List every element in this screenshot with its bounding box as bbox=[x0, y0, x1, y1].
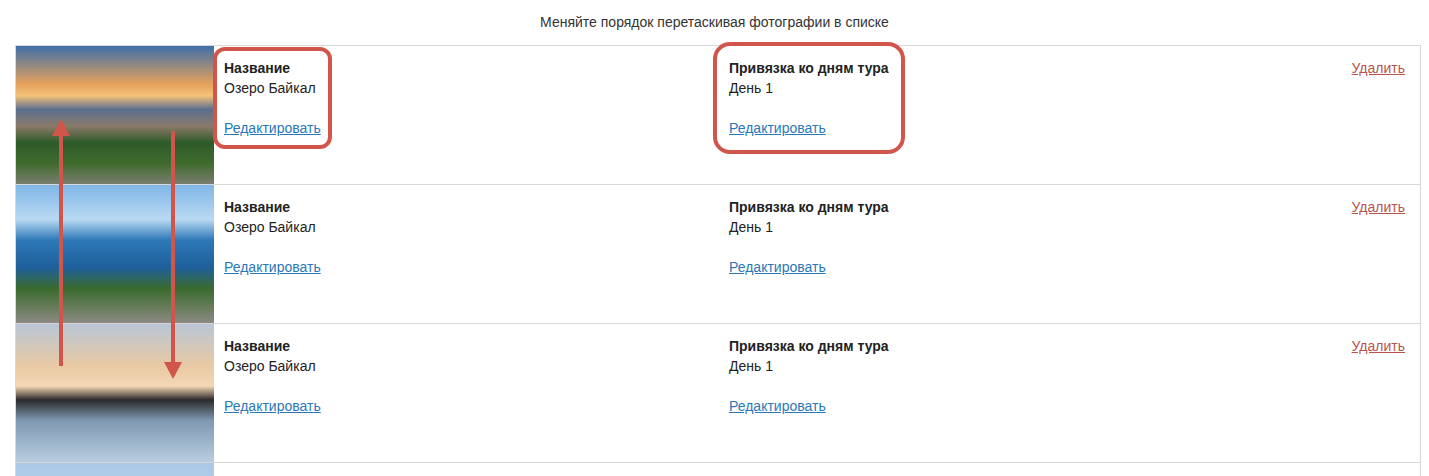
photo-row[interactable] bbox=[16, 463, 1420, 476]
drag-arrows-icon bbox=[16, 46, 256, 386]
days-field: Привязка ко дням тураДень 1 Редактировать bbox=[729, 197, 889, 277]
days-label: Привязка ко дням тура bbox=[729, 197, 889, 217]
title-value: Озеро Байкал bbox=[224, 78, 321, 98]
reorder-hint: Меняйте порядок перетаскивая фотографии … bbox=[0, 0, 1429, 45]
edit-title-link[interactable]: Редактировать bbox=[224, 118, 321, 138]
tour-photo[interactable] bbox=[16, 185, 214, 323]
photo-row[interactable]: НазваниеОзеро БайкалРедактироватьПривязк… bbox=[16, 324, 1420, 463]
days-label: Привязка ко дням тура bbox=[729, 58, 889, 78]
edit-days-link[interactable]: Редактировать bbox=[729, 396, 889, 416]
title-label: Название bbox=[224, 58, 321, 78]
tour-photo[interactable] bbox=[16, 46, 214, 184]
days-value: День 1 bbox=[729, 356, 889, 376]
delete-link[interactable]: Удалить bbox=[1332, 324, 1420, 462]
photo-order-page: Меняйте порядок перетаскивая фотографии … bbox=[0, 0, 1429, 476]
days-field: Привязка ко дням тураДень 1 Редактировать bbox=[729, 336, 889, 416]
edit-days-link[interactable]: Редактировать bbox=[729, 118, 889, 138]
title-value: Озеро Байкал bbox=[224, 217, 321, 237]
photo-row[interactable]: НазваниеОзеро БайкалРедактироватьПривязк… bbox=[16, 185, 1420, 324]
delete-link[interactable]: Удалить bbox=[1332, 185, 1420, 323]
photo-list: НазваниеОзеро БайкалРедактироватьПривязк… bbox=[15, 45, 1421, 476]
edit-days-link[interactable]: Редактировать bbox=[729, 257, 889, 277]
edit-title-link[interactable]: Редактировать bbox=[224, 257, 321, 277]
photo-row[interactable]: НазваниеОзеро БайкалРедактироватьПривязк… bbox=[16, 46, 1420, 185]
delete-link[interactable]: Удалить bbox=[1332, 46, 1420, 184]
title-label: Название bbox=[224, 336, 321, 356]
days-field: Привязка ко дням тураДень 1 Редактировать bbox=[729, 58, 889, 138]
days-value: День 1 bbox=[729, 217, 889, 237]
edit-title-link[interactable]: Редактировать bbox=[224, 396, 321, 416]
days-value: День 1 bbox=[729, 78, 889, 98]
title-label: Название bbox=[224, 197, 321, 217]
title-field: НазваниеОзеро Байкал Редактировать bbox=[224, 58, 321, 138]
days-label: Привязка ко дням тура bbox=[729, 336, 889, 356]
tour-photo[interactable] bbox=[16, 324, 214, 462]
title-field: НазваниеОзеро Байкал Редактировать bbox=[224, 336, 321, 416]
title-value: Озеро Байкал bbox=[224, 356, 321, 376]
tour-photo[interactable] bbox=[16, 463, 214, 476]
title-field: НазваниеОзеро Байкал Редактировать bbox=[224, 197, 321, 277]
